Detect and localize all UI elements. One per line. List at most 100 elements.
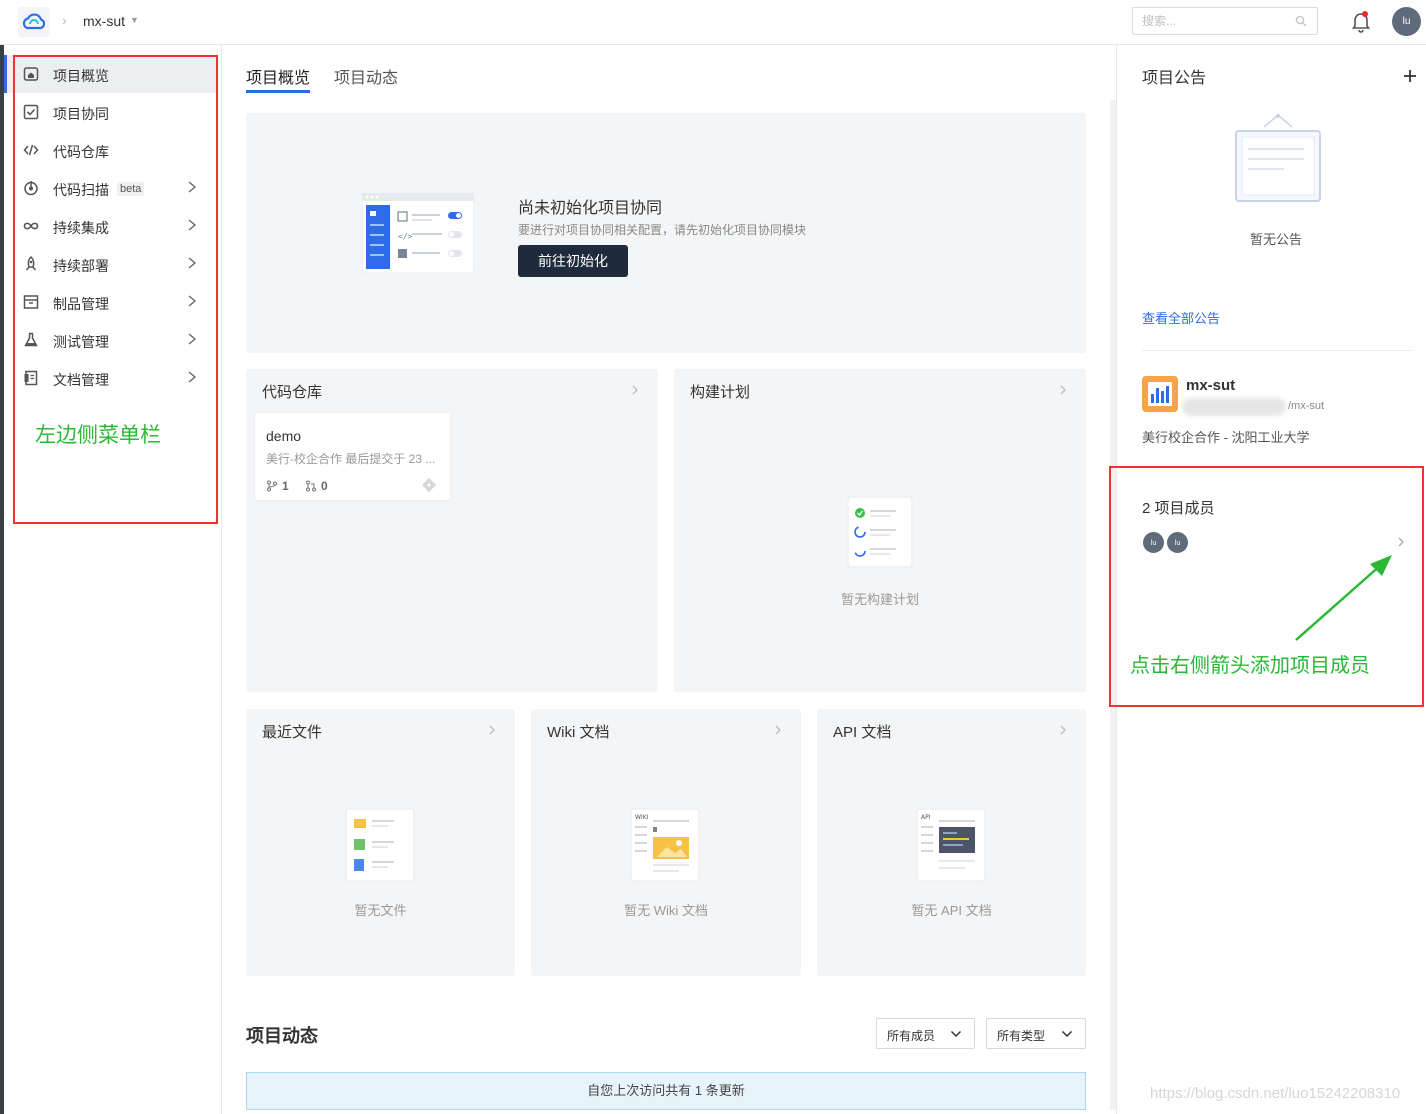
caret-down-icon[interactable]: ▼ [130, 15, 139, 25]
go-initialize-button[interactable]: 前往初始化 [518, 245, 628, 277]
annotation-add-members: 点击右侧箭头添加项目成员 [1130, 655, 1370, 677]
chevron-right-icon[interactable] [1396, 535, 1406, 549]
plus-icon[interactable] [1403, 69, 1417, 83]
build-plan-panel: 构建计划 暂无构建计划 [674, 369, 1086, 692]
sidebar-item-docs[interactable]: 文档管理 [4, 359, 216, 397]
merge-request-icon [306, 480, 316, 492]
chevron-down-icon [950, 1030, 962, 1038]
chevron-right-icon[interactable] [186, 369, 198, 385]
sidebar-item-code-scan[interactable]: 代码扫描 beta [4, 169, 216, 207]
panel-title: Wiki 文档 [547, 724, 610, 741]
empty-files: 暂无文件 [354, 903, 407, 918]
user-avatar[interactable]: lu [1392, 7, 1421, 36]
member-avatar[interactable]: lu [1142, 531, 1165, 554]
sidebar-item-label: 持续部署 [53, 258, 109, 274]
files-illustration [345, 808, 415, 882]
panel-title: 构建计划 [690, 384, 751, 401]
annotation-left-menu: 左边侧菜单栏 [35, 424, 161, 447]
sidebar-item-label: 制品管理 [53, 296, 109, 312]
panel-title: API 文档 [833, 724, 892, 741]
branch-count-value: 1 [282, 479, 289, 493]
svg-text:</>: </> [398, 232, 413, 241]
type-filter-label: 所有类型 [997, 1029, 1046, 1043]
branch-count: 1 [266, 479, 289, 493]
api-illustration: API [916, 808, 986, 882]
tab-activity[interactable]: 项目动态 [334, 64, 398, 88]
rocket-icon [25, 256, 37, 271]
scan-icon [24, 181, 38, 196]
chevron-right-icon[interactable] [773, 723, 783, 737]
chevron-right-icon[interactable] [1058, 723, 1068, 737]
view-all-notices-link[interactable]: 查看全部公告 [1142, 308, 1220, 327]
repo-name[interactable]: demo [266, 428, 301, 444]
project-switcher[interactable]: mx-sut [83, 13, 125, 29]
member-avatar[interactable]: lu [1166, 531, 1189, 554]
notice-title: 项目公告 [1142, 70, 1207, 87]
init-description: 要进行对项目协同相关配置，请先初始化项目协同模块 [518, 223, 807, 237]
sidebar-item-label: 代码扫描 [53, 182, 109, 198]
active-tab-indicator [246, 90, 310, 93]
chevron-right-icon[interactable] [186, 217, 198, 233]
sidebar-item-artifacts[interactable]: 制品管理 [4, 283, 216, 321]
search-box[interactable] [1132, 7, 1318, 35]
empty-wiki: 暂无 Wiki 文档 [624, 903, 708, 918]
sidebar-item-cd[interactable]: 持续部署 [4, 245, 216, 283]
wiki-docs-panel: Wiki 文档 WIKI 暂无 Wiki 文档 [531, 709, 801, 976]
panel-title: 最近文件 [262, 724, 323, 741]
watermark: https://blog.csdn.net/luo15242208310 [1150, 1085, 1401, 1102]
tab-overview[interactable]: 项目概览 [246, 64, 310, 88]
project-title[interactable]: mx-sut [1186, 377, 1235, 394]
breadcrumb-separator: › [62, 12, 67, 28]
bar-chart-logo-icon [1148, 382, 1172, 406]
sidebar-item-label: 测试管理 [53, 334, 109, 350]
beta-badge: beta [117, 182, 145, 196]
chevron-right-icon[interactable] [186, 255, 198, 271]
sidebar-item-code-repo[interactable]: 代码仓库 [4, 131, 216, 169]
sidebar-item-label: 项目概览 [53, 68, 109, 84]
repo-card[interactable]: demo 美行-校企合作 最后提交于 23 ... 1 0 [255, 413, 450, 500]
member-filter-dropdown[interactable]: 所有成员 [876, 1018, 975, 1049]
sidebar-item-collaboration[interactable]: 项目协同 [4, 93, 216, 131]
svg-text:API: API [921, 814, 931, 821]
sidebar-item-overview[interactable]: 项目概览 [4, 55, 216, 93]
package-icon [23, 295, 39, 309]
sidebar-item-testing[interactable]: 测试管理 [4, 321, 216, 359]
chevron-right-icon[interactable] [1058, 383, 1068, 397]
cloud-logo-icon[interactable] [18, 7, 50, 37]
collaboration-illustration: </> [362, 193, 474, 273]
type-filter-dropdown[interactable]: 所有类型 [986, 1018, 1086, 1049]
redacted-path [1182, 398, 1286, 416]
home-icon [23, 67, 39, 81]
search-input[interactable] [1133, 8, 1283, 34]
bell-icon[interactable] [1351, 11, 1371, 33]
search-icon[interactable] [1295, 15, 1307, 27]
project-icon [1142, 376, 1178, 412]
repo-description: 美行-校企合作 最后提交于 23 ... [266, 452, 436, 466]
sidebar-item-label: 代码仓库 [53, 144, 109, 160]
empty-build-plan: 暂无构建计划 [840, 592, 919, 607]
notification-dot [1362, 11, 1368, 17]
wiki-illustration: WIKI [630, 808, 700, 882]
top-bar: › mx-sut ▼ lu [0, 0, 1426, 45]
chevron-right-icon[interactable] [487, 723, 497, 737]
recent-files-panel: 最近文件 暂无文件 [246, 709, 515, 976]
init-title: 尚未初始化项目协同 [518, 200, 663, 217]
chevron-right-icon[interactable] [630, 383, 640, 397]
notice-board-illustration [1235, 114, 1321, 202]
api-docs-panel: API 文档 API 暂无 API 文档 [817, 709, 1086, 976]
chevron-right-icon[interactable] [186, 179, 198, 195]
divider [1142, 350, 1412, 351]
svg-text:WIKI: WIKI [635, 814, 649, 821]
branch-icon [267, 480, 277, 492]
build-plan-illustration [847, 496, 913, 568]
update-notice-bar[interactable]: 自您上次访问共有 1 条更新 [246, 1072, 1086, 1110]
merge-request-count-value: 0 [321, 479, 328, 493]
merge-request-count: 0 [305, 479, 328, 493]
git-icon [421, 477, 437, 493]
chevron-right-icon[interactable] [186, 293, 198, 309]
right-sidebar [1116, 45, 1426, 1114]
sidebar-item-ci[interactable]: 持续集成 [4, 207, 216, 245]
sidebar-item-label: 持续集成 [53, 220, 109, 236]
panel-title: 代码仓库 [262, 384, 323, 401]
chevron-right-icon[interactable] [186, 331, 198, 347]
